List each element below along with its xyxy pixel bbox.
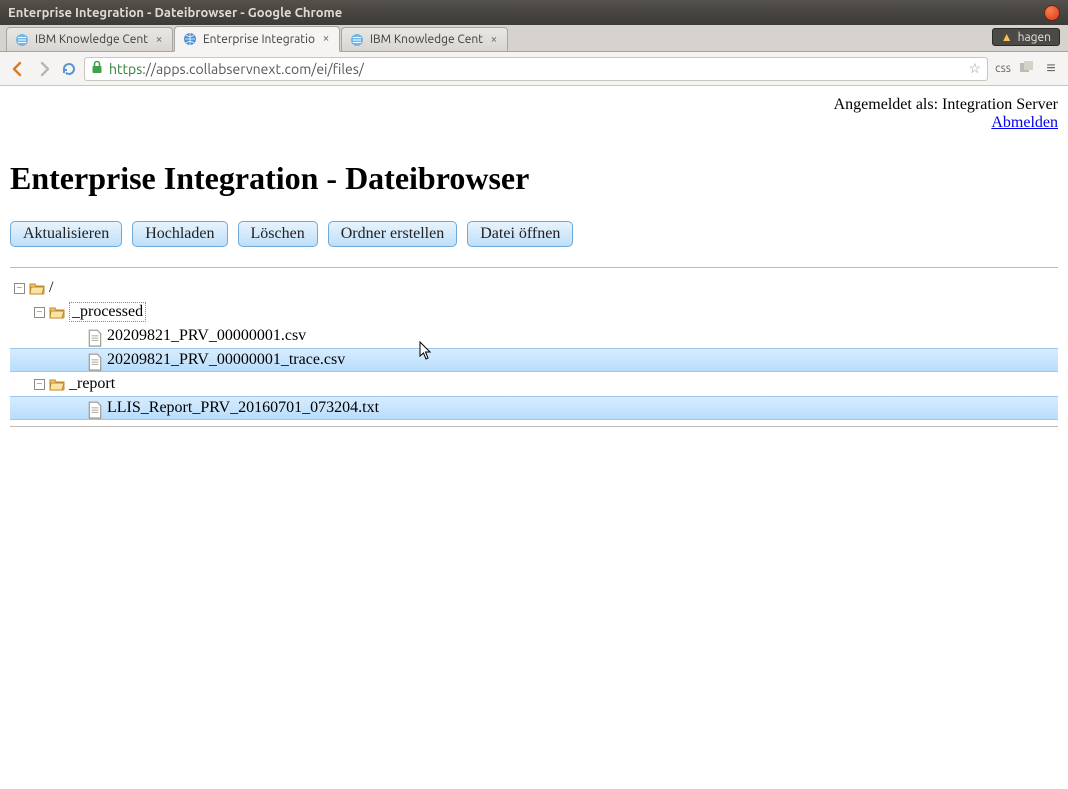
- collapse-icon[interactable]: −: [34, 307, 45, 318]
- nav-forward-button[interactable]: [34, 59, 54, 79]
- tree-node-label: /: [49, 279, 53, 297]
- tab-close-icon[interactable]: ×: [489, 35, 499, 45]
- open-file-button[interactable]: Datei öffnen: [467, 221, 573, 247]
- tree-node-label: LLIS_Report_PRV_20160701_073204.txt: [107, 399, 379, 417]
- collapse-icon[interactable]: −: [14, 283, 25, 294]
- os-user-indicator[interactable]: ▲ hagen: [992, 28, 1060, 46]
- css-toggle-button[interactable]: css: [994, 62, 1012, 75]
- tree-file-row[interactable]: 20209821_PRV_00000001.csv: [10, 324, 1058, 348]
- file-icon: [87, 329, 103, 343]
- tree-file-row[interactable]: LLIS_Report_PRV_20160701_073204.txt: [10, 396, 1058, 420]
- divider: [10, 267, 1058, 268]
- window-titlebar: Enterprise Integration - Dateibrowser - …: [0, 0, 1068, 25]
- logout-link[interactable]: Abmelden: [991, 114, 1058, 131]
- nav-back-button[interactable]: [8, 59, 28, 79]
- url-text: https://apps.collabservnext.com/ei/files…: [109, 61, 364, 77]
- tree-root-row[interactable]: − /: [10, 276, 1058, 300]
- tree-spacer: [72, 355, 83, 366]
- warning-icon: ▲: [1001, 30, 1013, 44]
- action-button-row: Aktualisieren Hochladen Löschen Ordner e…: [10, 221, 1058, 257]
- browser-toolbar: https://apps.collabservnext.com/ei/files…: [0, 52, 1068, 86]
- tab-label: Enterprise Integratio: [203, 33, 315, 46]
- window-title: Enterprise Integration - Dateibrowser - …: [8, 6, 1044, 20]
- page-title: Enterprise Integration - Dateibrowser: [10, 160, 1058, 197]
- chrome-menu-icon[interactable]: ≡: [1042, 59, 1060, 78]
- url-path: ://apps.collabservnext.com/ei/files/: [142, 61, 364, 77]
- file-tree: − / − _processed 20209821_PRV_00000001.c…: [10, 276, 1058, 427]
- tree-file-row[interactable]: 20209821_PRV_00000001_trace.csv: [10, 348, 1058, 372]
- login-status: Angemeldet als: Integration Server Abmel…: [10, 96, 1058, 132]
- file-icon: [87, 353, 103, 367]
- os-user-name: hagen: [1018, 31, 1051, 44]
- logged-in-user: Integration Server: [942, 96, 1058, 113]
- tab-label: IBM Knowledge Cent: [35, 33, 148, 46]
- browser-tab[interactable]: Enterprise Integratio ×: [174, 26, 340, 52]
- ibm-icon: [15, 33, 29, 47]
- tab-close-icon[interactable]: ×: [321, 34, 331, 44]
- tab-close-icon[interactable]: ×: [154, 35, 164, 45]
- folder-open-icon: [49, 377, 65, 391]
- tree-folder-row[interactable]: − _processed: [10, 300, 1058, 324]
- globe-icon: [183, 32, 197, 46]
- refresh-button[interactable]: Aktualisieren: [10, 221, 122, 247]
- tree-node-label: 20209821_PRV_00000001_trace.csv: [107, 351, 345, 369]
- collapse-icon[interactable]: −: [34, 379, 45, 390]
- lock-icon: [91, 60, 103, 77]
- folder-open-icon: [49, 305, 65, 319]
- folder-open-icon: [29, 281, 45, 295]
- tree-node-label: _processed: [69, 302, 146, 322]
- create-folder-button[interactable]: Ordner erstellen: [328, 221, 458, 247]
- tree-spacer: [72, 403, 83, 414]
- tree-folder-row[interactable]: − _report: [10, 372, 1058, 396]
- divider: [10, 426, 1058, 427]
- window-close-button[interactable]: [1044, 5, 1060, 21]
- browser-tabstrip: IBM Knowledge Cent × Enterprise Integrat…: [0, 25, 1068, 52]
- url-scheme: https: [109, 61, 142, 77]
- address-bar[interactable]: https://apps.collabservnext.com/ei/files…: [84, 57, 988, 81]
- bookmark-star-icon[interactable]: ☆: [968, 60, 981, 77]
- delete-button[interactable]: Löschen: [238, 221, 318, 247]
- tree-spacer: [72, 331, 83, 342]
- upload-button[interactable]: Hochladen: [132, 221, 227, 247]
- browser-tab[interactable]: IBM Knowledge Cent ×: [341, 27, 508, 51]
- extensions-icon[interactable]: [1018, 60, 1036, 77]
- ibm-icon: [350, 33, 364, 47]
- page-content: Angemeldet als: Integration Server Abmel…: [0, 86, 1068, 789]
- browser-tab[interactable]: IBM Knowledge Cent ×: [6, 27, 173, 51]
- tab-label: IBM Knowledge Cent: [370, 33, 483, 46]
- tree-node-label: 20209821_PRV_00000001.csv: [107, 327, 306, 345]
- reload-button[interactable]: [60, 60, 78, 78]
- logged-in-label: Angemeldet als:: [834, 96, 942, 113]
- file-icon: [87, 401, 103, 415]
- tree-node-label: _report: [69, 375, 115, 393]
